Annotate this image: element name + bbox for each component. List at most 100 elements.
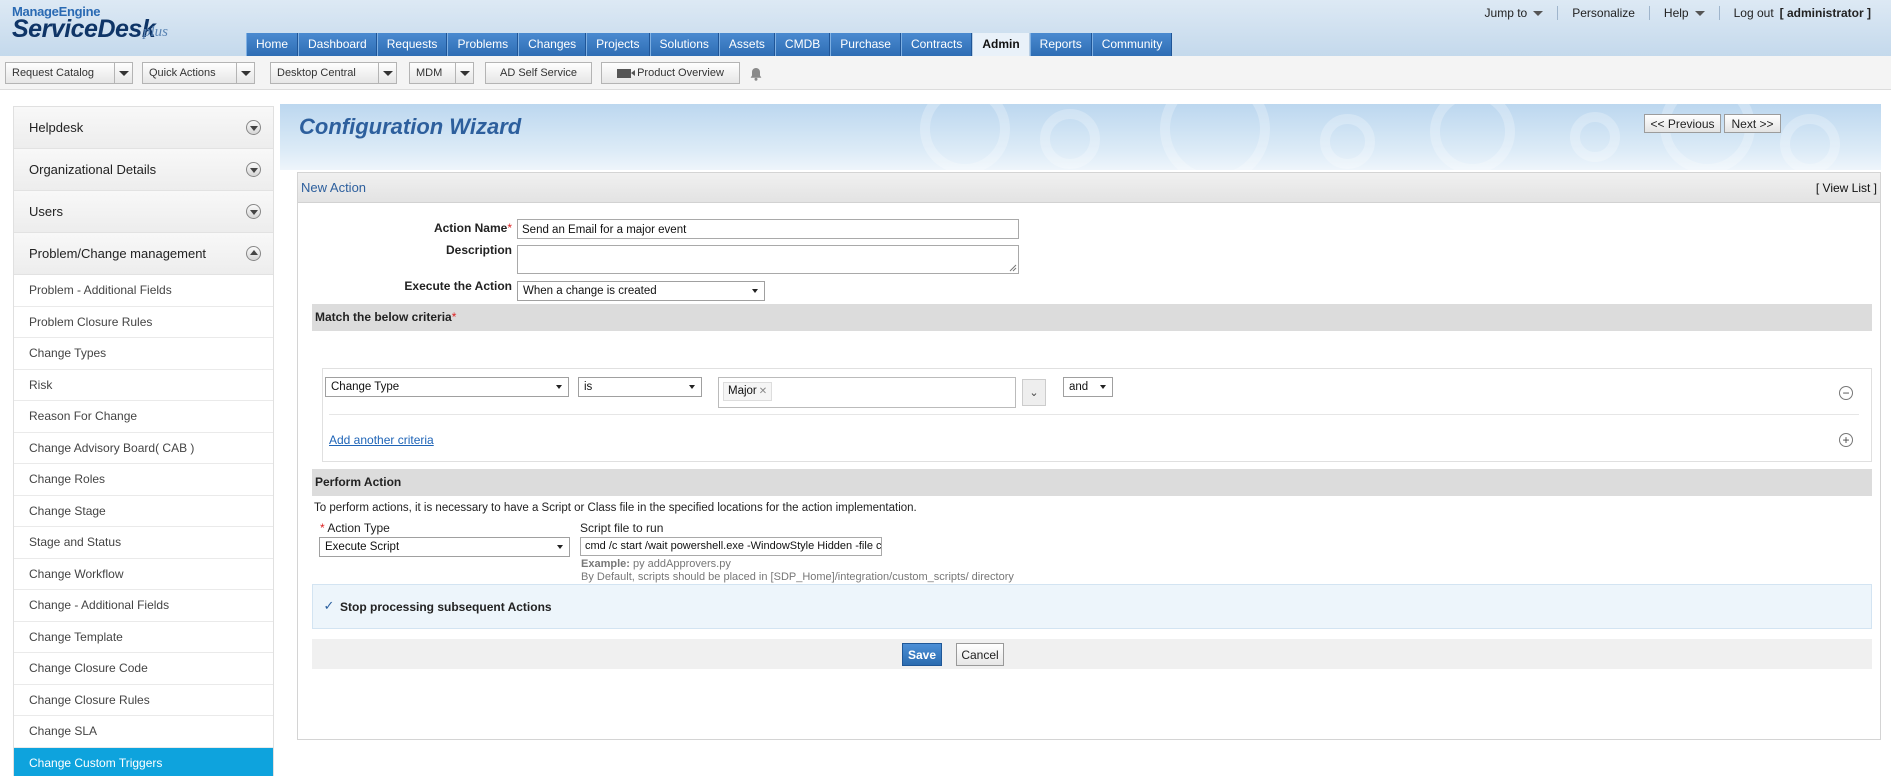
header: ManageEngine ServiceDesk plus Jump to Pe… [0, 0, 1891, 56]
sidebar-item-reason-for-change[interactable]: Reason For Change [14, 401, 273, 433]
double-chevron-down-icon[interactable]: ⌄ [1022, 379, 1046, 406]
next-button[interactable]: Next >> [1724, 114, 1781, 133]
action-type-label: * Action Type [320, 521, 390, 535]
chevron-down-icon[interactable] [114, 63, 132, 83]
ad-self-service-button[interactable]: AD Self Service [485, 62, 592, 84]
tab-dashboard[interactable]: Dashboard [298, 33, 377, 56]
criteria-operator-select[interactable]: is [578, 377, 702, 397]
description-textarea[interactable] [517, 245, 1019, 274]
sidebar-item-change-template[interactable]: Change Template [14, 622, 273, 653]
chevron-down-icon[interactable] [455, 63, 473, 83]
quick-actions-dropdown[interactable]: Quick Actions [142, 62, 255, 84]
sidebar-item-risk[interactable]: Risk [14, 370, 273, 401]
sidebar-section-label: Users [29, 204, 63, 219]
sidebar-item-change-sla[interactable]: Change SLA [14, 716, 273, 748]
stop-processing-label: Stop processing subsequent Actions [340, 600, 552, 614]
chevron-down-icon [557, 545, 563, 549]
help-menu[interactable]: Help [1650, 6, 1720, 20]
page-title: Configuration Wizard [299, 114, 522, 139]
tab-assets[interactable]: Assets [718, 33, 775, 56]
divider [329, 414, 1859, 415]
sidebar-item-change-workflow[interactable]: Change Workflow [14, 559, 273, 590]
toolbar: Request Catalog Quick Actions Desktop Ce… [0, 56, 1891, 90]
stop-processing-box: ✓ Stop processing subsequent Actions [312, 584, 1872, 629]
script-default-note: By Default, scripts should be placed in … [581, 571, 1014, 583]
tab-purchase[interactable]: Purchase [830, 33, 901, 56]
desktop-central-dropdown[interactable]: Desktop Central [270, 62, 397, 84]
collapse-icon[interactable] [246, 246, 261, 261]
criteria-section-header: Match the below criteria* [312, 304, 1872, 331]
previous-button[interactable]: << Previous [1644, 114, 1721, 133]
tab-changes[interactable]: Changes [518, 33, 587, 56]
sidebar-item-stage-and-status[interactable]: Stage and Status [14, 527, 273, 559]
panel-header: New Action [ View List ] [298, 173, 1880, 203]
view-list-link[interactable]: [ View List ] [1816, 181, 1877, 195]
sidebar-item-change-types[interactable]: Change Types [14, 338, 273, 370]
tab-contracts[interactable]: Contracts [900, 33, 973, 56]
logo[interactable]: ManageEngine ServiceDesk plus [12, 4, 168, 44]
tab-requests[interactable]: Requests [376, 33, 448, 56]
chevron-down-icon[interactable] [378, 63, 396, 83]
sidebar-section-helpdesk[interactable]: Helpdesk [14, 107, 273, 149]
sidebar-section-label: Problem/Change management [29, 246, 207, 261]
logout-link[interactable]: Log out[ administrator ] [1720, 6, 1871, 20]
criteria-conjunction-select[interactable]: and [1063, 377, 1113, 397]
chevron-down-icon[interactable] [236, 63, 254, 83]
criteria-value-input[interactable]: Major ✕ [718, 377, 1016, 408]
script-file-input[interactable]: cmd /c start /wait powershell.exe -Windo… [580, 537, 882, 556]
sidebar-section-label: Organizational Details [29, 162, 157, 177]
sidebar-section-organizational-details[interactable]: Organizational Details [14, 149, 273, 191]
jump-to-menu[interactable]: Jump to [1471, 6, 1559, 20]
sidebar-item-change-additional-fields[interactable]: Change - Additional Fields [14, 590, 273, 622]
stop-processing-checkbox[interactable]: ✓ [323, 598, 335, 613]
tab-community[interactable]: Community [1091, 33, 1173, 56]
action-type-select[interactable]: Execute Script [319, 537, 570, 557]
perform-action-note: To perform actions, it is necessary to h… [314, 502, 917, 514]
expand-icon[interactable] [246, 162, 261, 177]
sidebar-item-problem-closure-rules[interactable]: Problem Closure Rules [14, 307, 273, 338]
logo-product: ServiceDesk [12, 15, 156, 43]
product-overview-button[interactable]: Product Overview [601, 62, 740, 84]
action-name-input[interactable]: Send an Email for a major event [517, 219, 1019, 239]
sidebar-item-change-roles[interactable]: Change Roles [14, 464, 273, 496]
sidebar-section-problem-change-management[interactable]: Problem/Change management [14, 233, 273, 275]
sidebar-item-change-stage[interactable]: Change Stage [14, 496, 273, 527]
panel-title: New Action [301, 180, 367, 195]
tab-reports[interactable]: Reports [1029, 33, 1092, 56]
sidebar-item-change-closure-code[interactable]: Change Closure Code [14, 653, 273, 685]
tab-cmdb[interactable]: CMDB [774, 33, 831, 56]
script-file-label: Script file to run [580, 521, 664, 535]
sidebar-item-change-advisory-board-cab[interactable]: Change Advisory Board( CAB ) [14, 433, 273, 464]
request-catalog-dropdown[interactable]: Request Catalog [5, 62, 133, 84]
tab-home[interactable]: Home [246, 33, 299, 56]
personalize-link[interactable]: Personalize [1558, 6, 1650, 20]
tab-problems[interactable]: Problems [447, 33, 519, 56]
criteria-field-select[interactable]: Change Type [325, 377, 569, 397]
bell-icon[interactable] [748, 66, 764, 82]
save-button[interactable]: Save [902, 643, 942, 666]
sidebar-section-users[interactable]: Users [14, 191, 273, 233]
expand-icon[interactable] [246, 204, 261, 219]
resize-handle-icon[interactable] [1009, 264, 1017, 272]
chevron-down-icon [1100, 385, 1106, 389]
remove-tag-icon[interactable]: ✕ [759, 386, 767, 397]
sidebar-item-change-custom-triggers[interactable]: Change Custom Triggers [14, 747, 273, 776]
add-criteria-link[interactable]: Add another criteria [329, 433, 434, 447]
execute-action-select[interactable]: When a change is created [517, 281, 765, 301]
tab-admin[interactable]: Admin [972, 33, 1030, 56]
tab-solutions[interactable]: Solutions [649, 33, 719, 56]
mdm-dropdown[interactable]: MDM [409, 62, 474, 84]
remove-criteria-icon[interactable]: − [1839, 386, 1853, 400]
logo-plus: plus [143, 24, 169, 40]
sidebar-item-change-closure-rules[interactable]: Change Closure Rules [14, 685, 273, 716]
main-content: Configuration Wizard << Previous Next >>… [280, 104, 1881, 776]
add-criteria-icon[interactable]: + [1839, 433, 1853, 447]
tab-projects[interactable]: Projects [586, 33, 650, 56]
cancel-button[interactable]: Cancel [956, 643, 1004, 666]
expand-icon[interactable] [246, 120, 261, 135]
admin-sidebar: Helpdesk Organizational Details Users Probl… [13, 106, 274, 776]
sidebar-item-problem-additional-fields[interactable]: Problem - Additional Fields [14, 275, 273, 307]
action-name-label: Action Name* [433, 221, 512, 235]
chevron-down-icon [1694, 10, 1705, 16]
wizard-banner: Configuration Wizard << Previous Next >> [280, 104, 1881, 170]
